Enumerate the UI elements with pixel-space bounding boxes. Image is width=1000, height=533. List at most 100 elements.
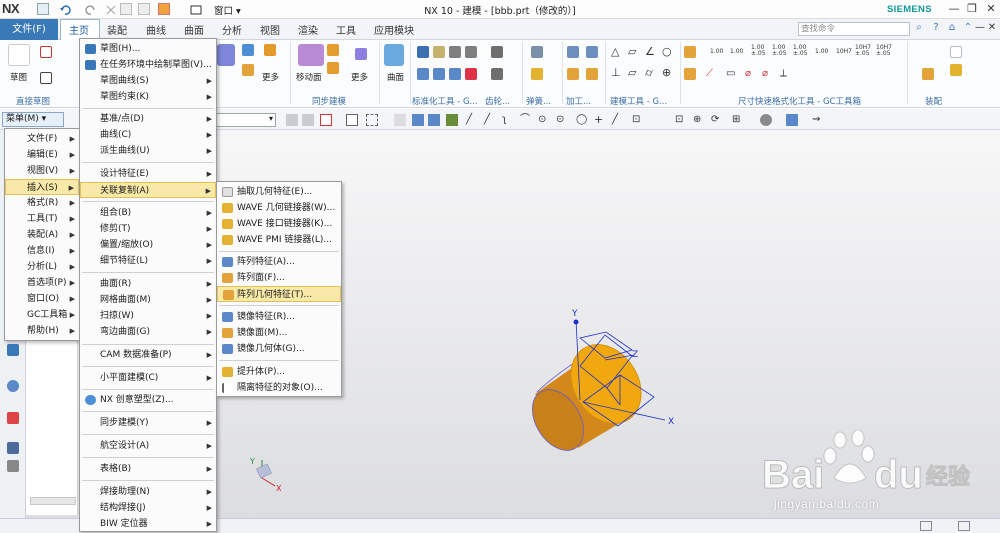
insert-item-mesh-surface[interactable]: 网格曲面(M) ▶ — [80, 292, 216, 308]
tangent-icon[interactable]: ◯ — [576, 114, 588, 126]
assoc-item-mirror-feature[interactable]: 镜像特征(R)... — [217, 309, 341, 325]
snap-icon[interactable] — [286, 114, 298, 126]
minimize-button[interactable]: — — [947, 2, 961, 15]
dim-tool-icon-5[interactable]: ⟂ — [780, 68, 787, 79]
tab-view[interactable]: 视图 — [260, 22, 280, 37]
machining-icon[interactable] — [567, 46, 579, 58]
solid-icon-2[interactable] — [428, 114, 440, 126]
surface-icon[interactable] — [384, 44, 404, 66]
menu-item-file[interactable]: 文件(F) ▶ — [5, 131, 79, 147]
dim-tool-icon-3[interactable]: ⟋ — [706, 68, 713, 79]
command-search-input[interactable]: 查找命令 — [798, 22, 910, 36]
solid-icon[interactable] — [412, 114, 424, 126]
assembly-icon[interactable] — [950, 46, 962, 58]
line-icon-2[interactable]: ╱ — [484, 114, 496, 126]
menu-item-insert[interactable]: 插入(S) ▶ — [5, 179, 79, 195]
spring-icon[interactable] — [531, 46, 543, 58]
insert-item-derived-curve[interactable]: 派生曲线(U) ▶ — [80, 143, 216, 159]
dim-value[interactable]: 1.00 ±.05 — [772, 45, 787, 57]
display-icon[interactable] — [786, 114, 798, 126]
menu-item-help[interactable]: 帮助(H) ▶ — [5, 323, 79, 339]
cylindricity-icon[interactable]: ⌭ — [645, 66, 653, 80]
diameter-icon-2[interactable]: ⌀ — [762, 68, 768, 79]
search-icon[interactable]: ⌕ — [913, 22, 925, 33]
machining-icon-4[interactable] — [586, 68, 598, 80]
assembly-icon-2[interactable] — [950, 64, 962, 76]
insert-item-weld-assistant[interactable]: 焊接助理(N) ▶ — [80, 484, 216, 500]
insert-item-task-sketch[interactable]: 在任务环境中绘制草图(V)... — [80, 57, 216, 73]
angle-icon[interactable]: ∠ — [645, 45, 655, 58]
menu-item-info[interactable]: 信息(I) ▶ — [5, 243, 79, 259]
insert-item-table[interactable]: 表格(B) ▶ — [80, 461, 216, 477]
filter-icon[interactable] — [394, 114, 406, 126]
section-icon[interactable]: ⇝ — [812, 114, 824, 126]
resource-icon[interactable] — [7, 460, 19, 472]
feature-icon-2[interactable] — [242, 44, 254, 56]
insert-item-design-feature[interactable]: 设计特征(E) ▶ — [80, 166, 216, 182]
feature-icon-3[interactable] — [242, 64, 254, 76]
doc-close-button[interactable]: ✕ — [986, 22, 998, 33]
tab-applications[interactable]: 应用模块 — [374, 22, 414, 37]
assoc-item-wave-pmi-linker[interactable]: WAVE PMI 链接器(L)... — [217, 232, 341, 248]
deselect-icon[interactable] — [346, 114, 358, 126]
more-icon[interactable] — [264, 44, 276, 56]
dim-value[interactable]: 1.00 — [710, 49, 723, 55]
std-tool-icon-4[interactable] — [465, 46, 477, 58]
gear-icon-2[interactable] — [491, 68, 503, 80]
menu-item-analysis[interactable]: 分析(L) ▶ — [5, 259, 79, 275]
sketch-icon[interactable] — [8, 44, 30, 66]
insert-item-datum[interactable]: 基准/点(D) ▶ — [80, 111, 216, 127]
point-icon[interactable]: ⊙ — [556, 114, 568, 126]
dim-value[interactable]: 1.00 ±.05 — [793, 45, 808, 57]
select-icon[interactable] — [320, 114, 332, 126]
insert-item-cam-data-prep[interactable]: CAM 数据准备(P) ▶ — [80, 347, 216, 363]
box-select-icon[interactable] — [366, 114, 378, 126]
csys-origin[interactable] — [573, 319, 579, 325]
insert-item-surface[interactable]: 曲面(R) ▶ — [80, 276, 216, 292]
assoc-item-mirror-geometry[interactable]: 镜像几何体(G)... — [217, 341, 341, 357]
perpendicular-icon[interactable]: ⊥ — [611, 66, 621, 79]
menu-item-preferences[interactable]: 首选项(P) ▶ — [5, 275, 79, 291]
menu-item-gc-toolbox[interactable]: GC工具箱 ▶ — [5, 307, 79, 323]
gear-icon[interactable] — [491, 46, 503, 58]
insert-item-curve[interactable]: 曲线(C) ▶ — [80, 127, 216, 143]
tab-curve[interactable]: 曲线 — [146, 22, 166, 37]
circle-icon[interactable]: ○ — [662, 45, 672, 58]
insert-item-trim[interactable]: 修剪(T) ▶ — [80, 221, 216, 237]
dim-tool-icon-4[interactable]: ▭ — [726, 68, 735, 79]
machining-icon-2[interactable] — [586, 46, 598, 58]
dim-value[interactable]: 10H7 ±.05 — [876, 45, 892, 57]
navigator-scrollbar[interactable] — [30, 497, 76, 505]
assoc-item-wave-geometry-linker[interactable]: WAVE 几何链接器(W)... — [217, 200, 341, 216]
std-tool-icon-8[interactable] — [465, 68, 477, 80]
rectangle-icon[interactable] — [40, 72, 52, 84]
menu-item-assembly[interactable]: 装配(A) ▶ — [5, 227, 79, 243]
doc-minimize-button[interactable]: — — [974, 22, 986, 33]
flatness-icon[interactable]: ▱ — [628, 66, 636, 79]
assoc-item-pattern-geometry[interactable]: 阵列几何特征(T)... — [217, 286, 341, 302]
dim-value[interactable]: 1.00 — [730, 49, 743, 55]
feature-icon[interactable] — [217, 44, 235, 66]
assoc-item-promote-body[interactable]: 提升体(P)... — [217, 364, 341, 380]
status-icon[interactable] — [920, 521, 932, 531]
pull-face-icon[interactable] — [327, 44, 339, 56]
midpoint-icon[interactable]: ⊡ — [632, 114, 644, 126]
tab-surface[interactable]: 曲面 — [184, 22, 204, 37]
tab-assembly[interactable]: 装配 — [107, 22, 127, 37]
zoom-icon[interactable]: ⊕ — [693, 114, 705, 126]
std-tool-icon-2[interactable] — [433, 46, 445, 58]
std-tool-icon-3[interactable] — [449, 46, 461, 58]
insert-item-associative-copy[interactable]: 关联复制(A) ▶ — [80, 182, 216, 198]
insert-item-sketch[interactable]: 草图(H)... — [80, 41, 216, 57]
restore-button[interactable]: ❐ — [965, 2, 979, 15]
move-face-icon[interactable] — [298, 44, 324, 66]
machining-icon-3[interactable] — [567, 68, 579, 80]
replace-face-icon[interactable] — [355, 48, 367, 60]
dim-value[interactable]: 10H7 — [836, 49, 852, 55]
tab-home[interactable]: 主页 — [69, 22, 89, 37]
intersection-icon[interactable]: + — [594, 114, 606, 126]
ribbon-options-icon[interactable]: ⌃ — [962, 22, 974, 33]
insert-item-facet-modeling[interactable]: 小平面建模(C) ▶ — [80, 370, 216, 386]
add-component-icon[interactable] — [922, 68, 934, 80]
insert-item-combine[interactable]: 组合(B) ▶ — [80, 205, 216, 221]
